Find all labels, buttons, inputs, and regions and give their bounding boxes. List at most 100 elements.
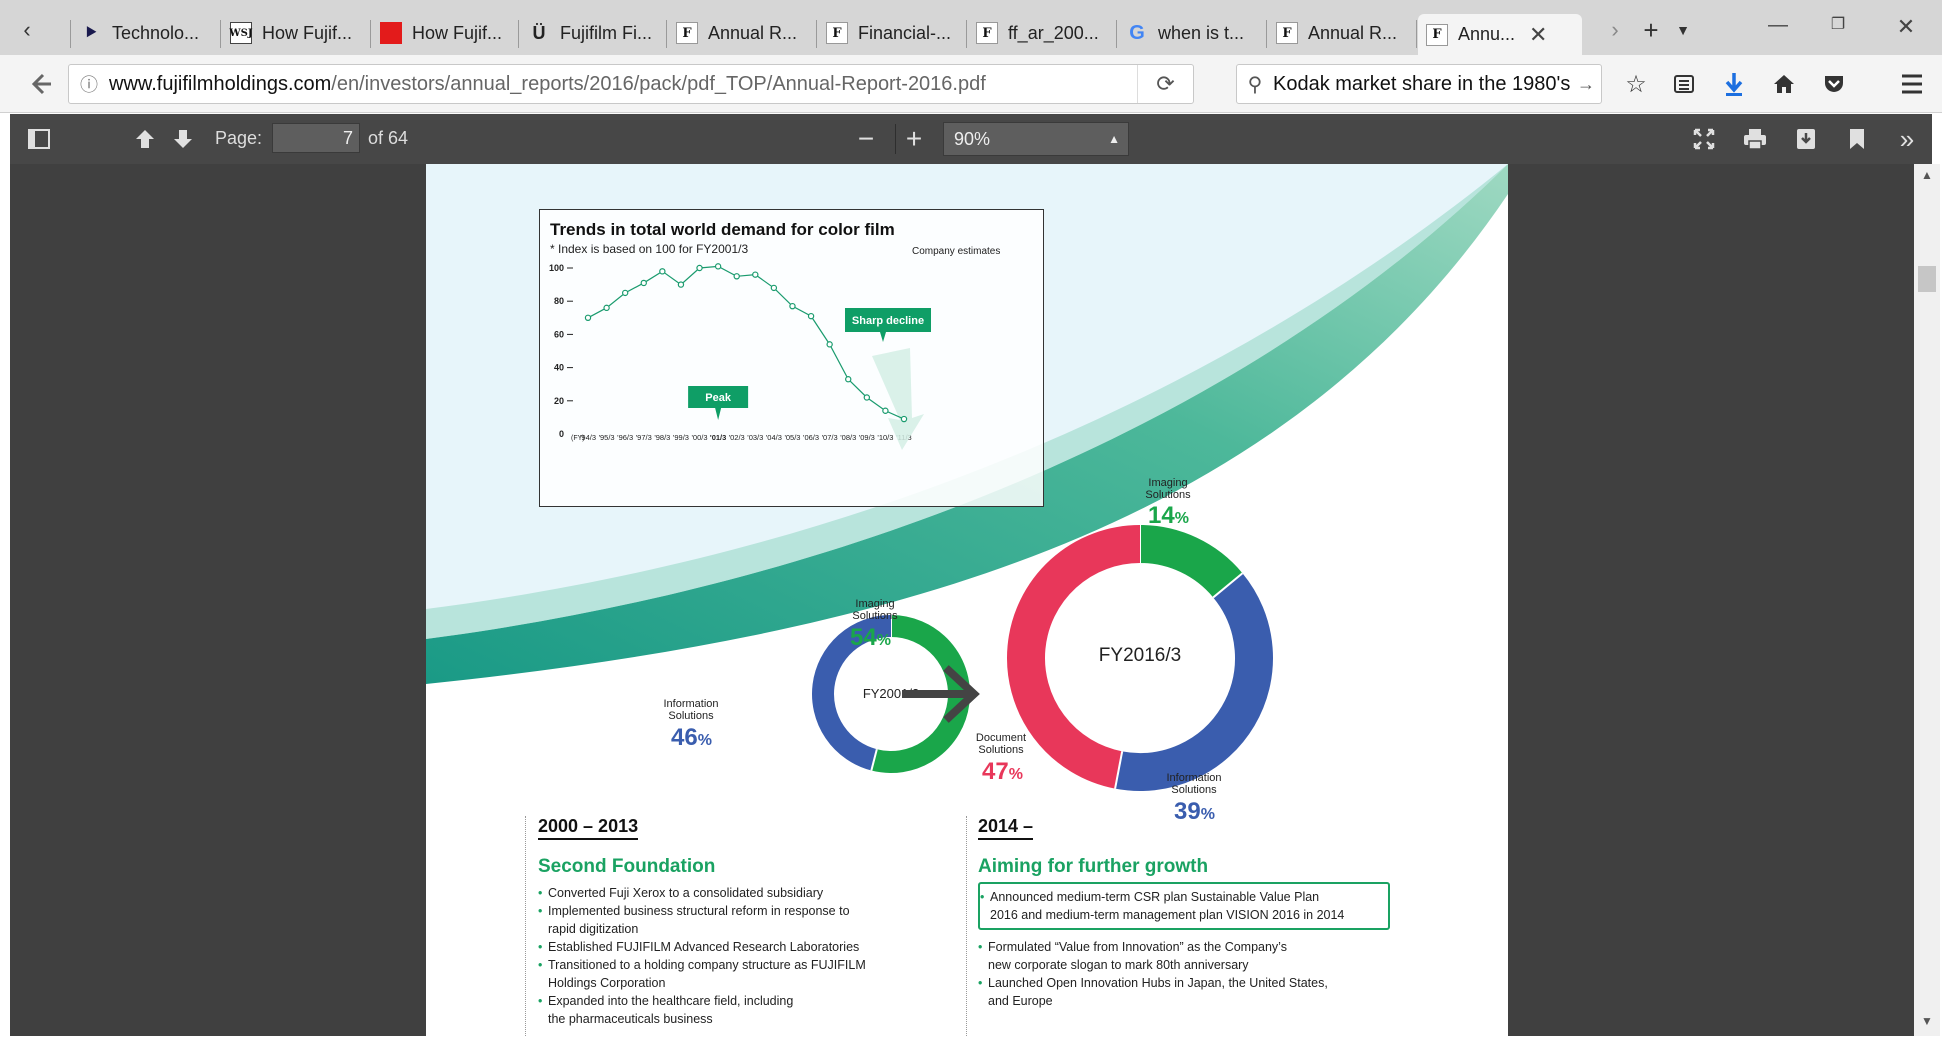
color-film-demand-chart: 100 80 60 40 20 0 (FY) '94/3'95/3'96/3'97/3'98/… <box>539 209 1044 507</box>
sidebar-toggle-icon[interactable] <box>20 120 58 158</box>
tab-separator <box>518 20 519 48</box>
bullet-line: Expanded into the healthcare field, incl… <box>548 994 794 1008</box>
search-bar[interactable]: ⚲ Kodak market share in the 1980's → <box>1236 64 1602 104</box>
x-tick-label: '08/3 <box>840 433 856 442</box>
tab-separator <box>666 20 667 48</box>
tab[interactable]: Ü Fujifilm Fi... <box>520 14 660 52</box>
tab-separator <box>1416 20 1417 48</box>
tab-scroll-right-button[interactable]: › <box>1600 12 1630 48</box>
list-item: Converted Fuji Xerox to a consolidated s… <box>538 884 938 902</box>
fujifilm-f-icon: F <box>1276 22 1298 44</box>
tab[interactable]: Gwhen is t... <box>1118 14 1258 52</box>
tab[interactable]: F Annual R... <box>1268 14 1408 52</box>
section-years: 2000 – 2013 <box>538 816 639 840</box>
tab-list-dropdown-icon[interactable]: ▼ <box>1668 12 1698 48</box>
tab[interactable]: ⯈ Technolo... <box>72 14 212 52</box>
scroll-up-arrow-icon[interactable]: ▲ <box>1914 168 1940 188</box>
tab-scroll-left-button[interactable]: ‹ <box>12 12 42 48</box>
bullet-line: Announced medium-term CSR plan Sustainab… <box>990 890 1320 904</box>
url-text[interactable]: www.fujifilmholdings.com/en/investors/an… <box>109 73 986 96</box>
minimize-window-button[interactable]: — <box>1758 14 1798 37</box>
tools-chevron-icon[interactable]: » <box>1888 120 1926 158</box>
search-go-arrow-icon[interactable]: → <box>1573 74 1599 95</box>
download-arrow-icon <box>1725 73 1743 96</box>
home-icon[interactable] <box>1764 65 1804 103</box>
tab-separator <box>70 20 71 48</box>
url-path: /en/investors/annual_reports/2016/pack/p… <box>331 72 986 95</box>
zoom-out-button[interactable]: − <box>847 120 885 158</box>
back-arrow-icon <box>31 73 51 95</box>
bookmark-star-icon[interactable]: ☆ <box>1616 65 1656 103</box>
data-point <box>789 302 796 310</box>
address-bar[interactable]: ⓘ www.fujifilmholdings.com/en/investors/… <box>68 64 1194 104</box>
donut-fy2016-center-label: FY2016/3 <box>1098 645 1182 666</box>
close-window-button[interactable]: ✕ <box>1886 14 1926 40</box>
close-tab-icon[interactable]: ✕ <box>1529 22 1547 48</box>
tab[interactable]: F Annual R... <box>668 14 808 52</box>
data-point <box>659 268 666 275</box>
next-page-icon[interactable] <box>164 120 202 158</box>
zoom-select[interactable]: 90%▲▼ <box>943 122 1129 178</box>
new-tab-button[interactable]: + <box>1636 12 1666 48</box>
menu-hamburger-icon[interactable] <box>1892 65 1932 103</box>
tab[interactable]: Fff_ar_200... <box>968 14 1108 52</box>
bookmark-view-icon[interactable] <box>1838 120 1876 158</box>
back-button[interactable] <box>22 65 62 103</box>
fy2016-imaging-pct-value: 14 <box>1148 502 1175 529</box>
google-g-icon: G <box>1129 21 1145 44</box>
tab-active[interactable]: F Annu... ✕ <box>1418 14 1582 55</box>
search-input[interactable]: Kodak market share in the 1980's <box>1273 73 1573 96</box>
tab-separator <box>816 20 817 48</box>
tab[interactable]: WSJ How Fujif... <box>222 14 362 52</box>
vertical-scrollbar[interactable]: ▲ ▼ <box>1914 164 1940 1036</box>
fy2001-information-label: Information Solutions <box>648 698 734 722</box>
scroll-down-arrow-icon[interactable]: ▼ <box>1914 1014 1940 1034</box>
presentation-mode-icon[interactable] <box>1685 120 1723 158</box>
zoom-in-button[interactable]: + <box>895 120 933 158</box>
restore-window-button[interactable]: ❐ <box>1818 14 1858 34</box>
bullet-line: Launched Open Innovation Hubs in Japan, … <box>988 976 1328 990</box>
reload-icon[interactable]: ⟳ <box>1137 65 1193 103</box>
section-bullets: Converted Fuji Xerox to a consolidated s… <box>538 884 938 1028</box>
y-tick-label: 0 <box>559 429 564 439</box>
x-tick-label: '99/3 <box>673 433 689 442</box>
data-point <box>845 376 852 383</box>
fy2001-imaging-label-line: Imaging <box>855 598 895 610</box>
y-tick-label: 40 <box>554 363 564 373</box>
bullet-line: new corporate slogan to mark 80th annive… <box>988 958 1249 972</box>
page-number-input[interactable]: 7 <box>272 123 360 153</box>
pdf-viewer[interactable]: 100 80 60 40 20 0 (FY) '94/3'95/3'96/3'97/3'98/… <box>10 164 1914 1036</box>
tab-strip: ‹ ⯈ Technolo... WSJ How Fujif... How Fujif..… <box>0 0 1942 55</box>
reader-list-icon[interactable] <box>1664 65 1704 103</box>
tab[interactable]: How Fujif... <box>372 14 512 52</box>
data-point <box>807 312 815 320</box>
bullet-line: rapid digitization <box>548 922 639 936</box>
print-icon[interactable] <box>1736 120 1774 158</box>
tab-label: Financial-... <box>858 22 952 43</box>
tab[interactable]: F Financial-... <box>818 14 958 52</box>
fy2016-imaging-label-line: Solutions <box>1145 489 1191 501</box>
tab-separator <box>370 20 371 48</box>
bullet-line: Transitioned to a holding company struct… <box>548 958 866 972</box>
site-info-icon[interactable]: ⓘ <box>69 71 109 97</box>
x-tick-label: '04/3 <box>766 433 782 442</box>
search-icon: ⚲ <box>1247 73 1263 96</box>
pocket-icon[interactable] <box>1814 65 1854 103</box>
list-item: Established FUJIFILM Advanced Research L… <box>538 938 938 956</box>
bookmark-ribbon-icon <box>1850 129 1864 149</box>
previous-page-icon[interactable] <box>126 120 164 158</box>
y-tick-label: 20 <box>554 396 564 406</box>
home-house-icon <box>1774 75 1794 93</box>
x-tick-label: '02/3 <box>729 433 745 442</box>
scroll-thumb[interactable] <box>1918 266 1936 292</box>
decline-callout-pointer <box>880 332 886 342</box>
save-download-icon[interactable] <box>1787 120 1825 158</box>
downloads-icon[interactable] <box>1714 65 1754 103</box>
x-tick-label: '94/3 <box>580 433 596 442</box>
red-square-icon <box>380 22 402 44</box>
fy2016-information-label-line: Solutions <box>1171 784 1217 796</box>
x-tick-label: '95/3 <box>599 433 615 442</box>
list-item: Expanded into the healthcare field, incl… <box>538 992 938 1028</box>
pct-suffix: % <box>697 732 712 749</box>
fujifilm-f-icon: F <box>1426 23 1448 46</box>
